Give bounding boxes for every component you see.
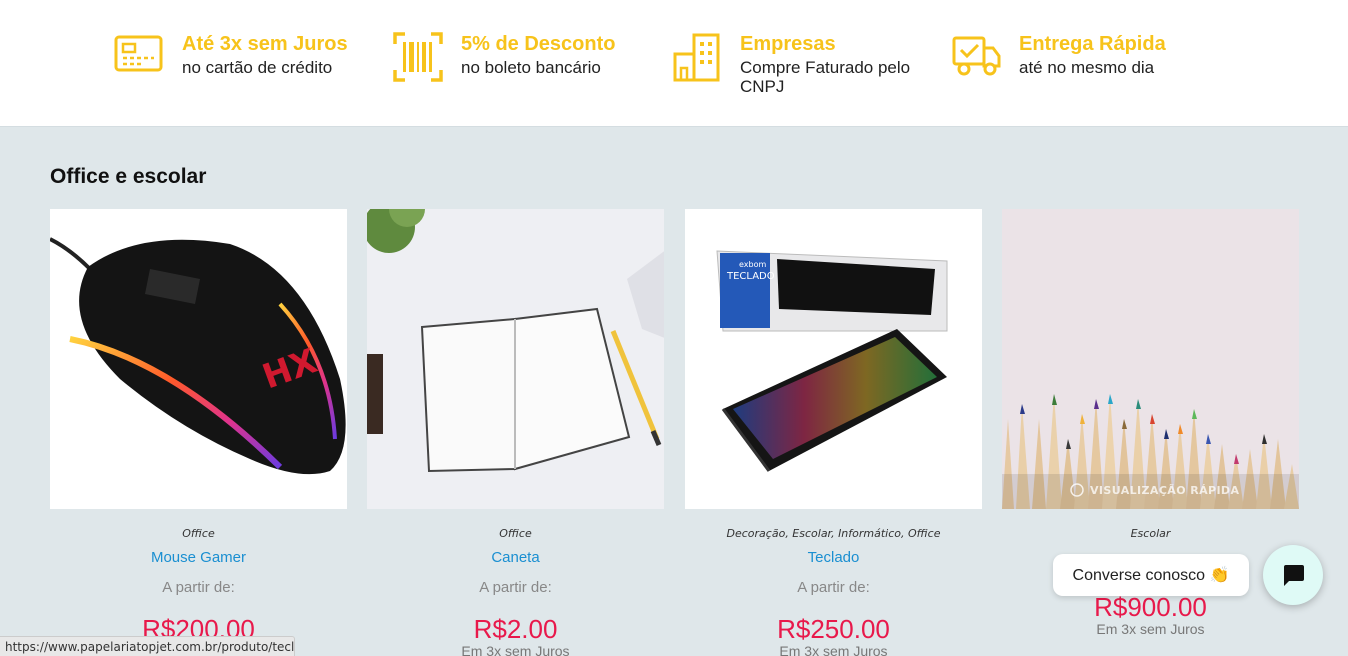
benefit-title: Empresas [740,33,836,55]
building-icon [673,33,720,82]
barcode-icon [393,32,443,82]
benefit-discount: 5% de Desconto no boleto bancário [393,32,615,82]
chat-button[interactable] [1263,545,1323,605]
product-category: Escolar [1130,527,1171,540]
from-label: A partir de: [162,579,235,596]
status-bar-url: https://www.papelariatopjet.com.br/produ… [0,636,295,656]
product-category: Office [499,527,532,540]
benefit-subtitle: Compre Faturado pelo CNPJ [740,58,911,96]
product-name-link[interactable]: Caneta [367,549,664,566]
from-label: A partir de: [479,579,552,596]
benefit-title: 5% de Desconto [461,33,616,55]
benefit-subtitle: no boleto bancário [461,58,601,77]
colored-pencils-image[interactable]: VISUALIZAÇÃO RÁPIDA [1002,209,1299,509]
quick-view-button[interactable]: VISUALIZAÇÃO RÁPIDA [1090,484,1239,497]
benefit-installments: Até 3x sem Juros no cartão de crédito [114,32,348,82]
section-title: Office e escolar [50,165,207,188]
product-name-link[interactable]: Teclado [685,549,982,566]
from-label: A partir de: [797,579,870,596]
chat-prompt-bubble[interactable]: Converse conosco 👏 [1053,554,1249,596]
benefit-delivery: Entrega Rápida até no mesmo dia [951,32,1166,82]
svg-text:exbom: exbom [739,260,766,269]
product-price: R$900.00 [1094,592,1207,622]
product-category: Office [182,527,215,540]
credit-card-icon [114,35,163,72]
product-price: R$2.00 [473,614,558,644]
gaming-mouse-image[interactable]: HX [50,209,347,509]
product-card[interactable]: Office Caneta A partir de: R$2.00 Em 3x … [367,209,664,656]
benefit-subtitle: até no mesmo dia [1019,58,1155,77]
delivery-truck-icon [952,36,1001,76]
installments-text: Em 3x sem Juros [779,643,888,656]
benefit-subtitle: no cartão de crédito [182,58,333,77]
product-price: R$250.00 [777,614,890,644]
product-card[interactable]: HX Office Mouse Gamer A partir de: R$200… [50,209,347,656]
installments-text: Em 3x sem Juros [461,643,570,656]
benefit-title: Até 3x sem Juros [182,33,348,55]
product-name-link[interactable]: Mouse Gamer [50,549,347,566]
installments-text: Em 3x sem Juros [1096,621,1205,637]
benefit-title: Entrega Rápida [1019,33,1166,55]
chat-icon [1284,565,1304,586]
notebook-pencil-image[interactable] [367,209,664,509]
benefits-bar: Até 3x sem Juros no cartão de crédito 5%… [0,0,1348,127]
svg-text:TECLADO: TECLADO [726,271,775,282]
product-category: Decoração, Escolar, Informático, Office [726,527,941,540]
product-card[interactable]: TECLADO exbom Decoração, Escolar, Inform… [685,209,982,656]
benefit-companies: Empresas Compre Faturado pelo CNPJ [672,32,930,96]
keyboard-image[interactable]: TECLADO exbom [685,209,982,509]
